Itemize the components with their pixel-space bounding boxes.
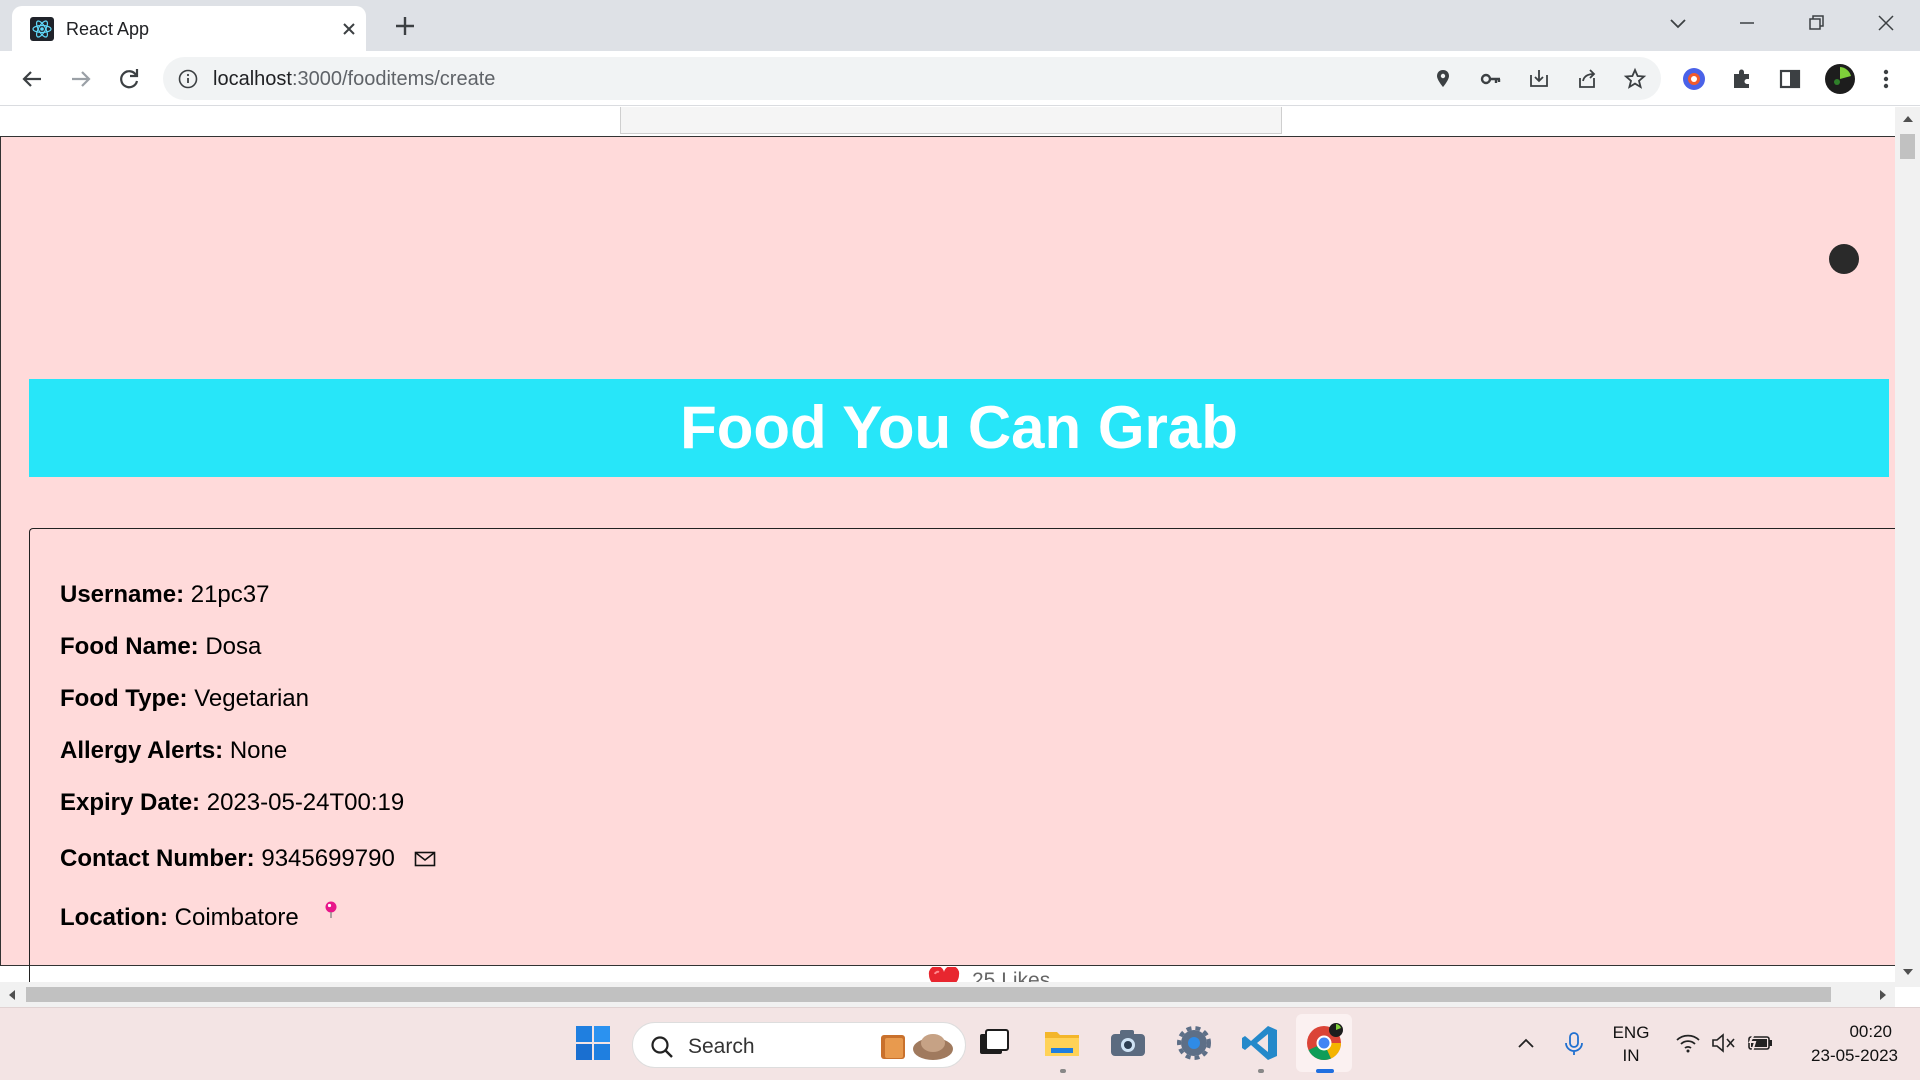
top-navbar-strip [620, 107, 1282, 134]
location-row: Location: Coimbatore [60, 901, 339, 932]
page-banner: Food You Can Grab [29, 379, 1889, 477]
username-value: 21pc37 [190, 581, 270, 608]
horizontal-scroll-thumb[interactable] [26, 987, 1831, 1002]
windows-start-icon[interactable] [572, 1022, 614, 1064]
map-pin-icon[interactable] [323, 901, 339, 919]
expiry-value: 2023-05-24T00:19 [206, 789, 405, 816]
search-label: Search [688, 1035, 755, 1058]
react-icon [30, 17, 54, 41]
microphone-icon[interactable] [1563, 1030, 1585, 1058]
close-window-icon[interactable] [1873, 10, 1899, 36]
task-view-icon[interactable] [972, 1022, 1014, 1064]
back-icon[interactable] [17, 64, 47, 94]
taskbar-search[interactable]: Search [632, 1022, 966, 1068]
battery-icon[interactable] [1746, 1032, 1774, 1054]
contact-label: Contact Number: [60, 845, 255, 872]
vscode-icon[interactable] [1239, 1022, 1281, 1064]
settings-gear-icon[interactable] [1173, 1022, 1215, 1064]
tab-search-icon[interactable] [1665, 10, 1691, 36]
windows-taskbar: Search ENG IN 00:20 23-05-2023 [0, 1007, 1920, 1080]
share-icon[interactable] [1575, 67, 1599, 91]
menu-kebab-icon[interactable] [1872, 65, 1900, 93]
tab-title: React App [66, 19, 150, 39]
allergy-label: Allergy Alerts: [60, 737, 224, 764]
minimize-icon[interactable] [1734, 10, 1760, 36]
location-label: Location: [60, 904, 168, 931]
file-explorer-icon[interactable] [1041, 1022, 1083, 1064]
clock[interactable]: 00:20 23-05-2023 [1790, 1022, 1898, 1066]
expiry-row: Expiry Date: 2023-05-24T00:19 [60, 789, 404, 817]
food-item-card: Username: 21pc37 Food Name: Dosa Food Ty… [29, 528, 1895, 1007]
food-name-value: Dosa [205, 633, 262, 660]
url-host: localhost [213, 68, 292, 90]
bookmark-star-icon[interactable] [1623, 67, 1647, 91]
location-value: Coimbatore [174, 904, 299, 931]
allergy-row: Allergy Alerts: None [60, 737, 287, 765]
mail-icon[interactable] [414, 850, 436, 868]
scroll-left-arrow-icon[interactable] [7, 989, 17, 1001]
clock-date: 23-05-2023 [1811, 1046, 1898, 1065]
search-highlight-icon [881, 1034, 953, 1060]
close-tab-icon[interactable] [338, 18, 360, 40]
page-viewport: Food You Can Grab Username: 21pc37 Food … [0, 107, 1920, 1007]
food-type-row: Food Type: Vegetarian [60, 685, 309, 713]
profile-avatar[interactable] [1824, 63, 1856, 95]
extension-globe-icon[interactable] [1680, 65, 1708, 93]
vertical-scroll-thumb[interactable] [1900, 134, 1915, 159]
camera-icon[interactable] [1107, 1022, 1149, 1064]
food-type-value: Vegetarian [194, 685, 309, 712]
page-title: Food You Can Grab [680, 394, 1238, 461]
language-code: ENG [1612, 1023, 1650, 1042]
food-type-label: Food Type: [60, 685, 188, 712]
address-bar[interactable]: localhost:3000/fooditems/create [163, 57, 1661, 100]
new-tab-icon[interactable] [392, 13, 418, 39]
username-label: Username: [60, 581, 185, 608]
scroll-down-arrow-icon[interactable] [1902, 967, 1914, 977]
contact-row: Contact Number: 9345699790 [60, 845, 436, 873]
browser-tab[interactable]: React App [12, 6, 366, 51]
browser-toolbar: localhost:3000/fooditems/create [0, 51, 1920, 106]
scroll-up-arrow-icon[interactable] [1902, 114, 1914, 124]
scroll-right-arrow-icon[interactable] [1878, 989, 1888, 1001]
tab-strip: React App [0, 0, 1920, 51]
language-region: IN [1622, 1046, 1640, 1065]
chrome-icon[interactable] [1303, 1022, 1345, 1064]
side-panel-icon[interactable] [1776, 65, 1804, 93]
url-path: :3000/fooditems/create [291, 68, 496, 90]
install-icon[interactable] [1527, 67, 1551, 91]
vscode-running-indicator [1258, 1069, 1264, 1073]
horizontal-scrollbar[interactable] [0, 982, 1895, 1007]
volume-muted-icon[interactable] [1711, 1032, 1737, 1054]
contact-value: 9345699790 [261, 845, 395, 872]
username-row: Username: 21pc37 [60, 581, 269, 609]
wifi-icon[interactable] [1675, 1032, 1701, 1054]
key-icon[interactable] [1479, 67, 1503, 91]
vertical-scrollbar[interactable] [1895, 107, 1920, 987]
explorer-running-indicator [1060, 1069, 1066, 1073]
allergy-value: None [229, 737, 288, 764]
search-icon [651, 1036, 673, 1058]
expiry-label: Expiry Date: [60, 789, 201, 816]
location-pin-icon[interactable] [1431, 67, 1455, 91]
food-name-row: Food Name: Dosa [60, 633, 261, 661]
food-name-label: Food Name: [60, 633, 199, 660]
dark-mode-toggle[interactable] [1829, 244, 1859, 274]
url-text[interactable]: localhost:3000/fooditems/create [213, 68, 495, 91]
extensions-puzzle-icon[interactable] [1728, 65, 1756, 93]
language-indicator[interactable]: ENG IN [1606, 1023, 1656, 1066]
chrome-active-indicator [1316, 1069, 1334, 1073]
site-info-icon[interactable] [177, 68, 199, 90]
tray-chevron-up-icon[interactable] [1515, 1033, 1537, 1055]
forward-icon[interactable] [66, 64, 96, 94]
clock-time: 00:20 [1849, 1022, 1892, 1041]
restore-icon[interactable] [1803, 10, 1829, 36]
reload-icon[interactable] [114, 64, 144, 94]
